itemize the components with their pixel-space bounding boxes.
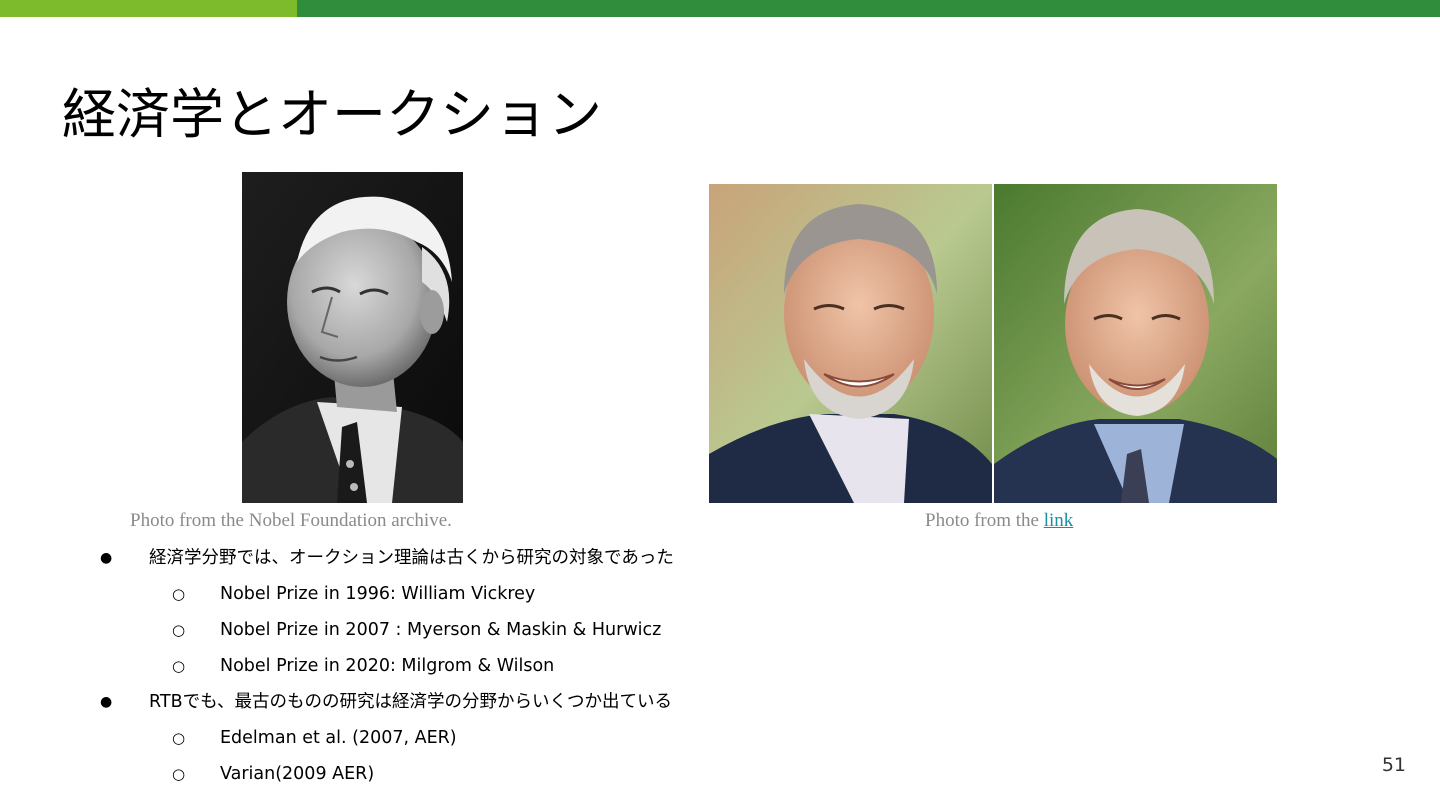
sub-bullet-marker: ○ <box>172 621 186 639</box>
right-photo-caption: Photo from the link <box>925 509 1073 533</box>
sub-bullet-text: Edelman et al. (2007, AER) <box>220 728 457 748</box>
sub-bullet-text: Varian(2009 AER) <box>220 764 375 784</box>
bullet-text: RTBでも、最古のものの研究は経済学の分野からいくつか出ている <box>149 692 673 712</box>
left-photo-caption: Photo from the Nobel Foundation archive. <box>130 510 452 531</box>
sub-bullet-text: Nobel Prize in 2020: Milgrom & Wilson <box>220 656 555 676</box>
sub-bullet-text: Nobel Prize in 2007 : Myerson & Maskin &… <box>220 620 662 640</box>
sub-bullet-marker: ○ <box>172 729 186 747</box>
caption-prefix: Photo from the <box>925 510 1044 531</box>
bullet-text: 経済学分野では、オークション理論は古くから研究の対象であった <box>149 548 674 568</box>
top-accent-bar <box>0 0 1440 17</box>
bullet-marker: ● <box>100 550 113 566</box>
portrait-photo-color-pair <box>709 184 1277 503</box>
top-accent-bar-dark <box>297 0 1440 17</box>
sub-bullet-marker: ○ <box>172 585 186 603</box>
caption-link[interactable]: link <box>1044 510 1074 531</box>
sub-bullet-text: Nobel Prize in 1996: William Vickrey <box>220 584 536 604</box>
slide-title: 経済学とオークション <box>62 83 602 146</box>
portrait-photo-bw <box>242 172 463 503</box>
bullet-marker: ● <box>100 694 113 710</box>
top-accent-bar-light <box>0 0 297 17</box>
sub-bullet-marker: ○ <box>172 657 186 675</box>
page-number: 51 <box>1381 754 1406 776</box>
sub-bullet-marker: ○ <box>172 765 186 783</box>
